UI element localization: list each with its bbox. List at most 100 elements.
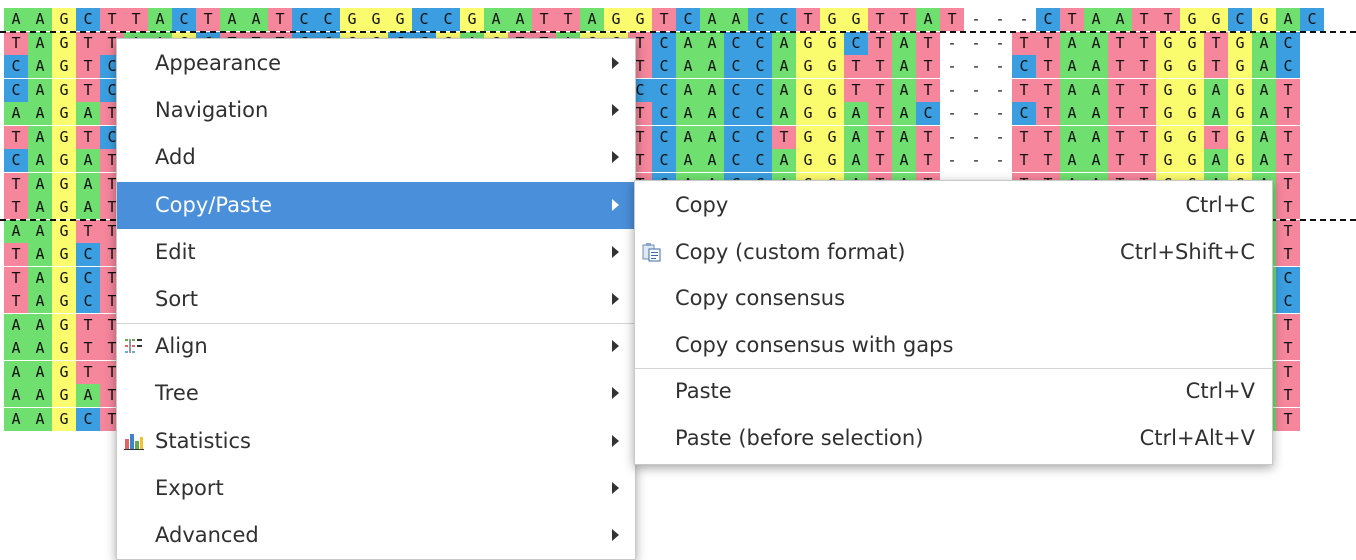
residue-cell[interactable]: A <box>28 196 52 219</box>
residue-cell[interactable]: T <box>1108 149 1132 172</box>
residue-cell[interactable]: C <box>748 102 772 125</box>
residue-cell[interactable]: T <box>1012 31 1036 55</box>
residue-cell[interactable]: - <box>988 31 1012 55</box>
residue-cell[interactable]: A <box>1084 55 1108 78</box>
residue-cell[interactable]: A <box>1060 78 1084 102</box>
residue-cell[interactable]: T <box>1036 55 1060 78</box>
residue-cell[interactable]: C <box>172 8 196 31</box>
residue-cell[interactable]: A <box>676 31 700 55</box>
residue-cell[interactable]: T <box>652 8 676 31</box>
residue-cell[interactable]: T <box>1036 78 1060 102</box>
residue-cell[interactable]: A <box>892 102 916 125</box>
residue-cell[interactable]: A <box>676 78 700 102</box>
residue-cell[interactable]: G <box>52 360 76 384</box>
residue-cell[interactable]: A <box>676 149 700 172</box>
residue-cell[interactable]: - <box>940 78 964 102</box>
residue-cell[interactable]: A <box>4 360 28 384</box>
residue-cell[interactable]: A <box>76 102 100 125</box>
residue-cell[interactable]: T <box>1276 360 1300 384</box>
residue-cell[interactable]: T <box>916 78 940 102</box>
residue-cell[interactable]: T <box>4 196 28 219</box>
residue-cell[interactable]: T <box>76 313 100 337</box>
residue-cell[interactable]: A <box>28 102 52 125</box>
residue-cell[interactable]: T <box>1276 125 1300 149</box>
residue-cell[interactable]: C <box>1012 102 1036 125</box>
residue-cell[interactable]: T <box>76 55 100 78</box>
residue-cell[interactable]: T <box>76 78 100 102</box>
residue-cell[interactable]: T <box>76 360 100 384</box>
residue-cell[interactable]: A <box>700 8 724 31</box>
residue-cell[interactable]: A <box>1204 149 1228 172</box>
residue-cell[interactable]: T <box>868 149 892 172</box>
residue-cell[interactable]: C <box>748 78 772 102</box>
residue-cell[interactable]: T <box>1204 31 1228 55</box>
residue-cell[interactable]: - <box>988 78 1012 102</box>
residue-cell[interactable]: T <box>4 31 28 55</box>
residue-cell[interactable]: - <box>964 149 988 172</box>
residue-cell[interactable]: C <box>1276 266 1300 290</box>
residue-cell[interactable]: T <box>1276 219 1300 243</box>
residue-cell[interactable]: A <box>1252 78 1276 102</box>
residue-cell[interactable]: G <box>796 55 820 78</box>
residue-cell[interactable]: T <box>916 31 940 55</box>
residue-cell[interactable]: T <box>1156 8 1180 31</box>
residue-cell[interactable]: C <box>76 407 100 431</box>
residue-cell[interactable]: - <box>1012 8 1036 31</box>
submenu-item-paste-before[interactable]: Paste (before selection) Ctrl+Alt+V <box>635 415 1272 462</box>
residue-cell[interactable]: G <box>1228 55 1252 78</box>
residue-cell[interactable]: G <box>1156 125 1180 149</box>
residue-cell[interactable]: A <box>676 125 700 149</box>
residue-cell[interactable]: G <box>52 219 76 243</box>
residue-cell[interactable]: T <box>1276 102 1300 125</box>
residue-cell[interactable]: A <box>1108 8 1132 31</box>
residue-cell[interactable]: C <box>1300 8 1324 31</box>
residue-cell[interactable]: A <box>772 149 796 172</box>
residue-cell[interactable]: A <box>580 8 604 31</box>
residue-cell[interactable]: C <box>412 8 436 31</box>
residue-cell[interactable]: A <box>1084 78 1108 102</box>
residue-cell[interactable]: T <box>1036 149 1060 172</box>
menu-item-export[interactable]: Export <box>117 465 635 512</box>
residue-cell[interactable]: A <box>4 102 28 125</box>
residue-cell[interactable]: T <box>1036 31 1060 55</box>
residue-cell[interactable]: G <box>820 102 844 125</box>
residue-cell[interactable]: T <box>916 149 940 172</box>
residue-cell[interactable]: T <box>1036 102 1060 125</box>
residue-cell[interactable]: C <box>724 55 748 78</box>
residue-cell[interactable]: A <box>772 78 796 102</box>
residue-cell[interactable]: G <box>1180 31 1204 55</box>
residue-cell[interactable]: A <box>28 313 52 337</box>
residue-cell[interactable]: T <box>556 8 580 31</box>
residue-cell[interactable]: A <box>892 55 916 78</box>
residue-cell[interactable]: - <box>940 31 964 55</box>
residue-cell[interactable]: G <box>52 78 76 102</box>
submenu-item-copy-custom-format[interactable]: Copy (custom format) Ctrl+Shift+C <box>635 229 1272 276</box>
residue-cell[interactable]: A <box>892 149 916 172</box>
residue-cell[interactable]: A <box>28 8 52 31</box>
residue-cell[interactable]: A <box>1084 102 1108 125</box>
residue-cell[interactable]: G <box>1180 78 1204 102</box>
residue-cell[interactable]: T <box>1012 125 1036 149</box>
residue-cell[interactable]: A <box>700 102 724 125</box>
residue-cell[interactable]: T <box>844 78 868 102</box>
residue-cell[interactable]: T <box>1012 78 1036 102</box>
residue-cell[interactable]: G <box>52 125 76 149</box>
residue-cell[interactable]: C <box>724 149 748 172</box>
residue-cell[interactable]: - <box>988 149 1012 172</box>
residue-cell[interactable]: C <box>436 8 460 31</box>
residue-cell[interactable]: A <box>28 243 52 266</box>
residue-cell[interactable]: G <box>1180 149 1204 172</box>
residue-cell[interactable]: G <box>628 8 652 31</box>
residue-cell[interactable]: T <box>1132 149 1156 172</box>
residue-cell[interactable]: T <box>1132 55 1156 78</box>
residue-cell[interactable]: T <box>1276 172 1300 196</box>
submenu-item-paste[interactable]: Paste Ctrl+V <box>635 368 1272 415</box>
residue-cell[interactable]: T <box>76 219 100 243</box>
residue-cell[interactable]: A <box>4 407 28 431</box>
residue-cell[interactable]: C <box>748 149 772 172</box>
residue-cell[interactable]: T <box>268 8 292 31</box>
residue-cell[interactable]: C <box>676 8 700 31</box>
residue-cell[interactable]: A <box>1084 8 1108 31</box>
residue-cell[interactable]: C <box>724 102 748 125</box>
residue-cell[interactable]: C <box>748 8 772 31</box>
